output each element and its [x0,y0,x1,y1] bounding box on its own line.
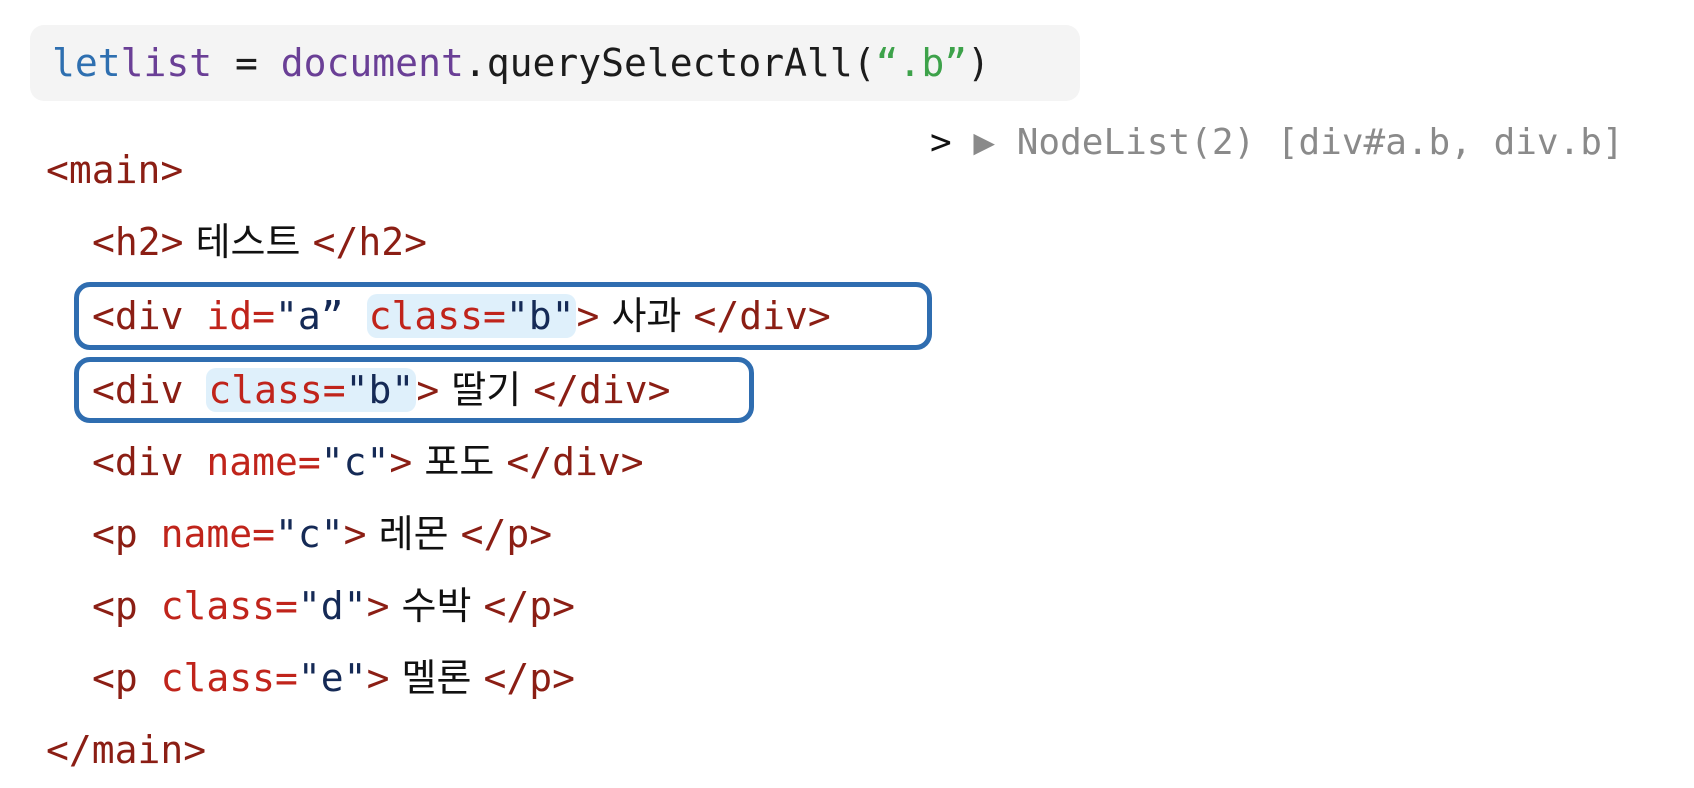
class-attribute: class= [368,294,506,338]
h2-text: 테스트 [183,220,313,264]
main-close-line: </main> [46,722,206,778]
name-value: "c" [275,512,344,556]
p-melon-text: 멜론 [389,656,484,700]
selector-string: “.b” [875,41,968,85]
div-c-line: <div name="c"> 포도 </div> [92,434,644,490]
div-b-close-tag: </div> [533,368,671,412]
div-a-close-tag: </div> [693,294,831,338]
id-attribute: id= [206,294,276,338]
div-b-gt: > [416,368,440,412]
p-watermelon-gt: > [366,584,390,628]
p-melon-gt: > [366,656,390,700]
console-result: NodeList(2) [div#a.b, div.b] [1016,122,1624,163]
expand-arrow-icon[interactable]: ▶ [973,122,995,163]
main-open-tag: <main> [46,148,184,192]
main-open-line: <main> [46,142,183,198]
id-value: "a” [275,294,344,338]
p-melon-open-tag: <p [92,656,161,700]
p-lemon-open-tag: <p [92,512,161,556]
class-b-highlight-1: class="b" [366,294,577,338]
main-close-tag: </main> [46,728,207,772]
class-value: "b" [505,294,575,338]
h2-line: <h2> 테스트 </h2> [92,214,427,270]
h2-open-tag: <h2> [92,220,184,264]
query-code-box: let list = document .querySelectorAll(“.b… [30,25,1080,101]
h2-close-tag: </h2> [312,220,427,264]
p-lemon-text: 레몬 [366,512,461,556]
console-prompt: > [930,122,952,163]
div-b-open-tag: <div [92,368,207,412]
document-object: document [280,41,464,85]
p-melon-close-tag: </p> [483,656,576,700]
div-b-text: 딸기 [439,368,534,412]
class-value: "d" [297,584,367,628]
let-keyword: let [52,41,121,85]
class-value: "b" [345,368,415,412]
div-c-close-tag: </div> [506,440,644,484]
name-attribute: name= [206,440,321,484]
class-attribute: class= [208,368,346,412]
close-paren: ) [967,41,991,85]
div-c-gt: > [389,440,413,484]
class-attribute: class= [160,656,298,700]
class-attribute: class= [160,584,298,628]
div-b-line: <div class="b"> 딸기 </div> [92,362,671,418]
class-b-highlight-2: class="b" [206,368,417,412]
div-c-text: 포도 [412,440,507,484]
p-lemon-gt: > [343,512,367,556]
p-lemon-line: <p name="c"> 레몬 </p> [92,506,552,562]
div-c-open-tag: <div [92,440,207,484]
p-watermelon-text: 수박 [389,584,484,628]
p-melon-line: <p class="e"> 멜론 </p> [92,650,575,706]
name-attribute: name= [160,512,276,556]
name-value: "c" [320,440,390,484]
div-a-gt: > [576,294,600,338]
div-a-text: 사과 [599,294,694,338]
class-value: "e" [297,656,367,700]
div-a-open-tag: <div [92,294,207,338]
p-watermelon-line: <p class="d"> 수박 </p> [92,578,575,634]
list-variable: list [120,41,213,85]
query-method: .querySelectorAll( [463,41,876,85]
equals-sign: = [212,41,281,85]
p-lemon-close-tag: </p> [460,512,553,556]
div-a-line: <div id="a” class="b"> 사과 </div> [92,288,831,344]
console-output: > ▶ NodeList(2) [div#a.b, div.b] [930,122,1624,163]
p-watermelon-close-tag: </p> [483,584,576,628]
p-watermelon-open-tag: <p [92,584,161,628]
